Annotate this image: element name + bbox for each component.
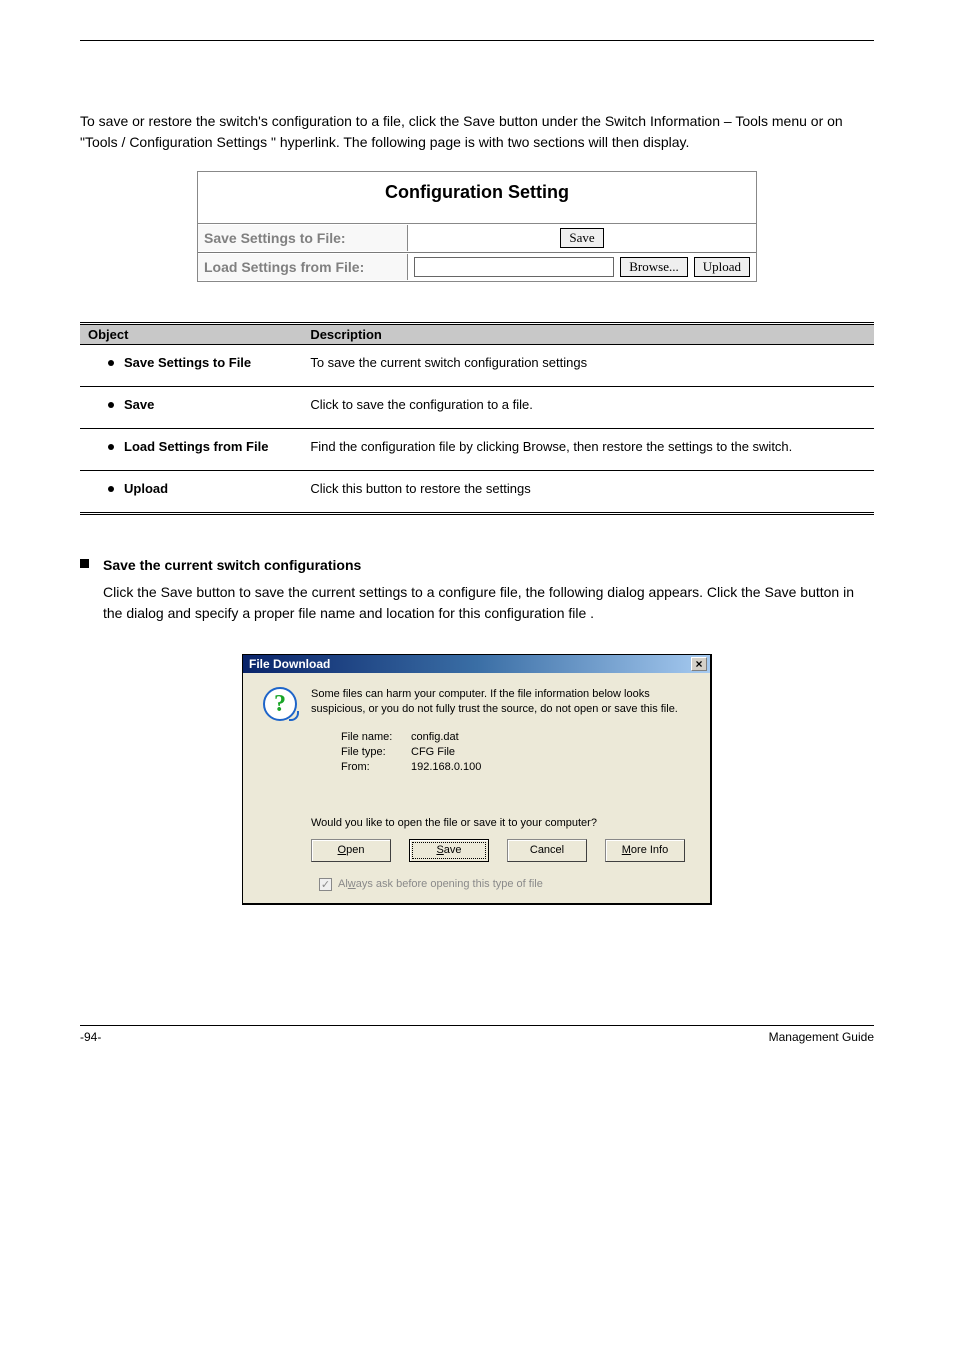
dialog-title: File Download [249,657,330,671]
file-name-value: config.dat [411,731,459,743]
config-panel-title: Configuration Setting [198,172,756,224]
open-button[interactable]: Open [311,839,391,862]
obj-name: Save [124,397,154,412]
obj-name: Upload [124,481,168,496]
config-setting-panel: Configuration Setting Save Settings to F… [197,171,757,282]
square-bullet-icon [80,559,89,568]
table-row: Upload Click this button to restore the … [80,471,874,514]
bullet-icon [108,444,114,450]
file-download-dialog: File Download × ? Some files can harm yo… [242,654,712,905]
more-info-button[interactable]: More Info [605,839,685,862]
always-ask-label: Always ask before opening this type of f… [338,878,543,890]
cancel-button[interactable]: Cancel [507,839,587,862]
table-row: Save Settings to File To save the curren… [80,345,874,387]
close-icon[interactable]: × [691,657,707,671]
col-object: Object [80,324,302,345]
obj-name: Load Settings from File [124,439,268,454]
save-section-text: Click the Save button to save the curren… [103,582,874,624]
col-description: Description [302,324,874,345]
obj-desc: To save the current switch configuration… [302,345,874,387]
intro-paragraph: To save or restore the switch's configur… [80,111,874,153]
bullet-icon [108,402,114,408]
browse-button[interactable]: Browse... [620,257,687,277]
bullet-icon [108,486,114,492]
save-button[interactable]: Save [560,228,603,248]
question-icon: ? [263,687,297,721]
bullet-icon [108,360,114,366]
file-type-key: File type: [341,746,411,758]
table-row: Save Click to save the configuration to … [80,387,874,429]
load-settings-label: Load Settings from File: [198,254,408,280]
table-row: Load Settings from File Find the configu… [80,429,874,471]
file-name-key: File name: [341,731,411,743]
always-ask-checkbox[interactable]: ✓ [319,878,332,891]
object-description-table: Object Description Save Settings to File… [80,322,874,515]
file-type-value: CFG File [411,746,455,758]
dialog-prompt: Would you like to open the file or save … [311,817,690,829]
footer-section: Management Guide [769,1030,874,1044]
file-path-input[interactable] [414,257,614,277]
save-settings-label: Save Settings to File: [198,225,408,251]
obj-desc: Click this button to restore the setting… [302,471,874,514]
page-number: -94- [80,1030,101,1044]
save-section-title: Save the current switch configurations [103,555,874,576]
file-from-key: From: [341,761,411,773]
obj-desc: Find the configuration file by clicking … [302,429,874,471]
file-from-value: 192.168.0.100 [411,761,481,773]
upload-button[interactable]: Upload [694,257,750,277]
dialog-save-button[interactable]: Save [409,839,489,862]
dialog-warning-text: Some files can harm your computer. If th… [311,687,690,717]
obj-name: Save Settings to File [124,355,251,370]
obj-desc: Click to save the configuration to a fil… [302,387,874,429]
